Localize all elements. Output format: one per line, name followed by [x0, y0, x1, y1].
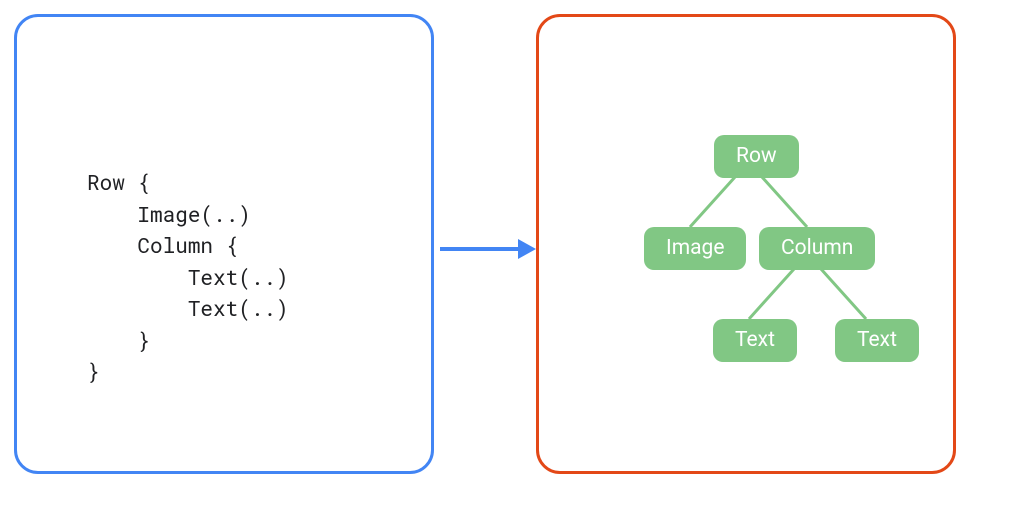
code-line: } [87, 326, 150, 354]
code-line: } [87, 357, 100, 385]
code-panel: Row { Image(..) Column { Text(..) Text(.… [14, 14, 434, 474]
code-line: Row { [87, 168, 150, 196]
tree-node-text-right: Text [835, 319, 919, 362]
code-line: Text(..) [87, 294, 289, 322]
tree-diagram: Row Image Column Text Text [539, 17, 953, 471]
code-line: Text(..) [87, 263, 289, 291]
arrow-icon [440, 234, 536, 264]
arrow-head [518, 239, 536, 259]
tree-panel: Row Image Column Text Text [536, 14, 956, 474]
tree-node-row: Row [714, 135, 799, 178]
tree-node-column: Column [759, 227, 875, 270]
code-line: Column { [87, 231, 238, 259]
code-line: Image(..) [87, 200, 251, 228]
tree-node-text-left: Text [713, 319, 797, 362]
tree-edge [815, 263, 867, 320]
tree-node-image: Image [644, 227, 746, 270]
code-block: Row { Image(..) Column { Text(..) Text(.… [87, 167, 289, 388]
tree-edge [689, 171, 741, 228]
tree-edge [756, 171, 808, 228]
arrow-shaft [440, 247, 520, 251]
tree-edge [748, 263, 800, 320]
